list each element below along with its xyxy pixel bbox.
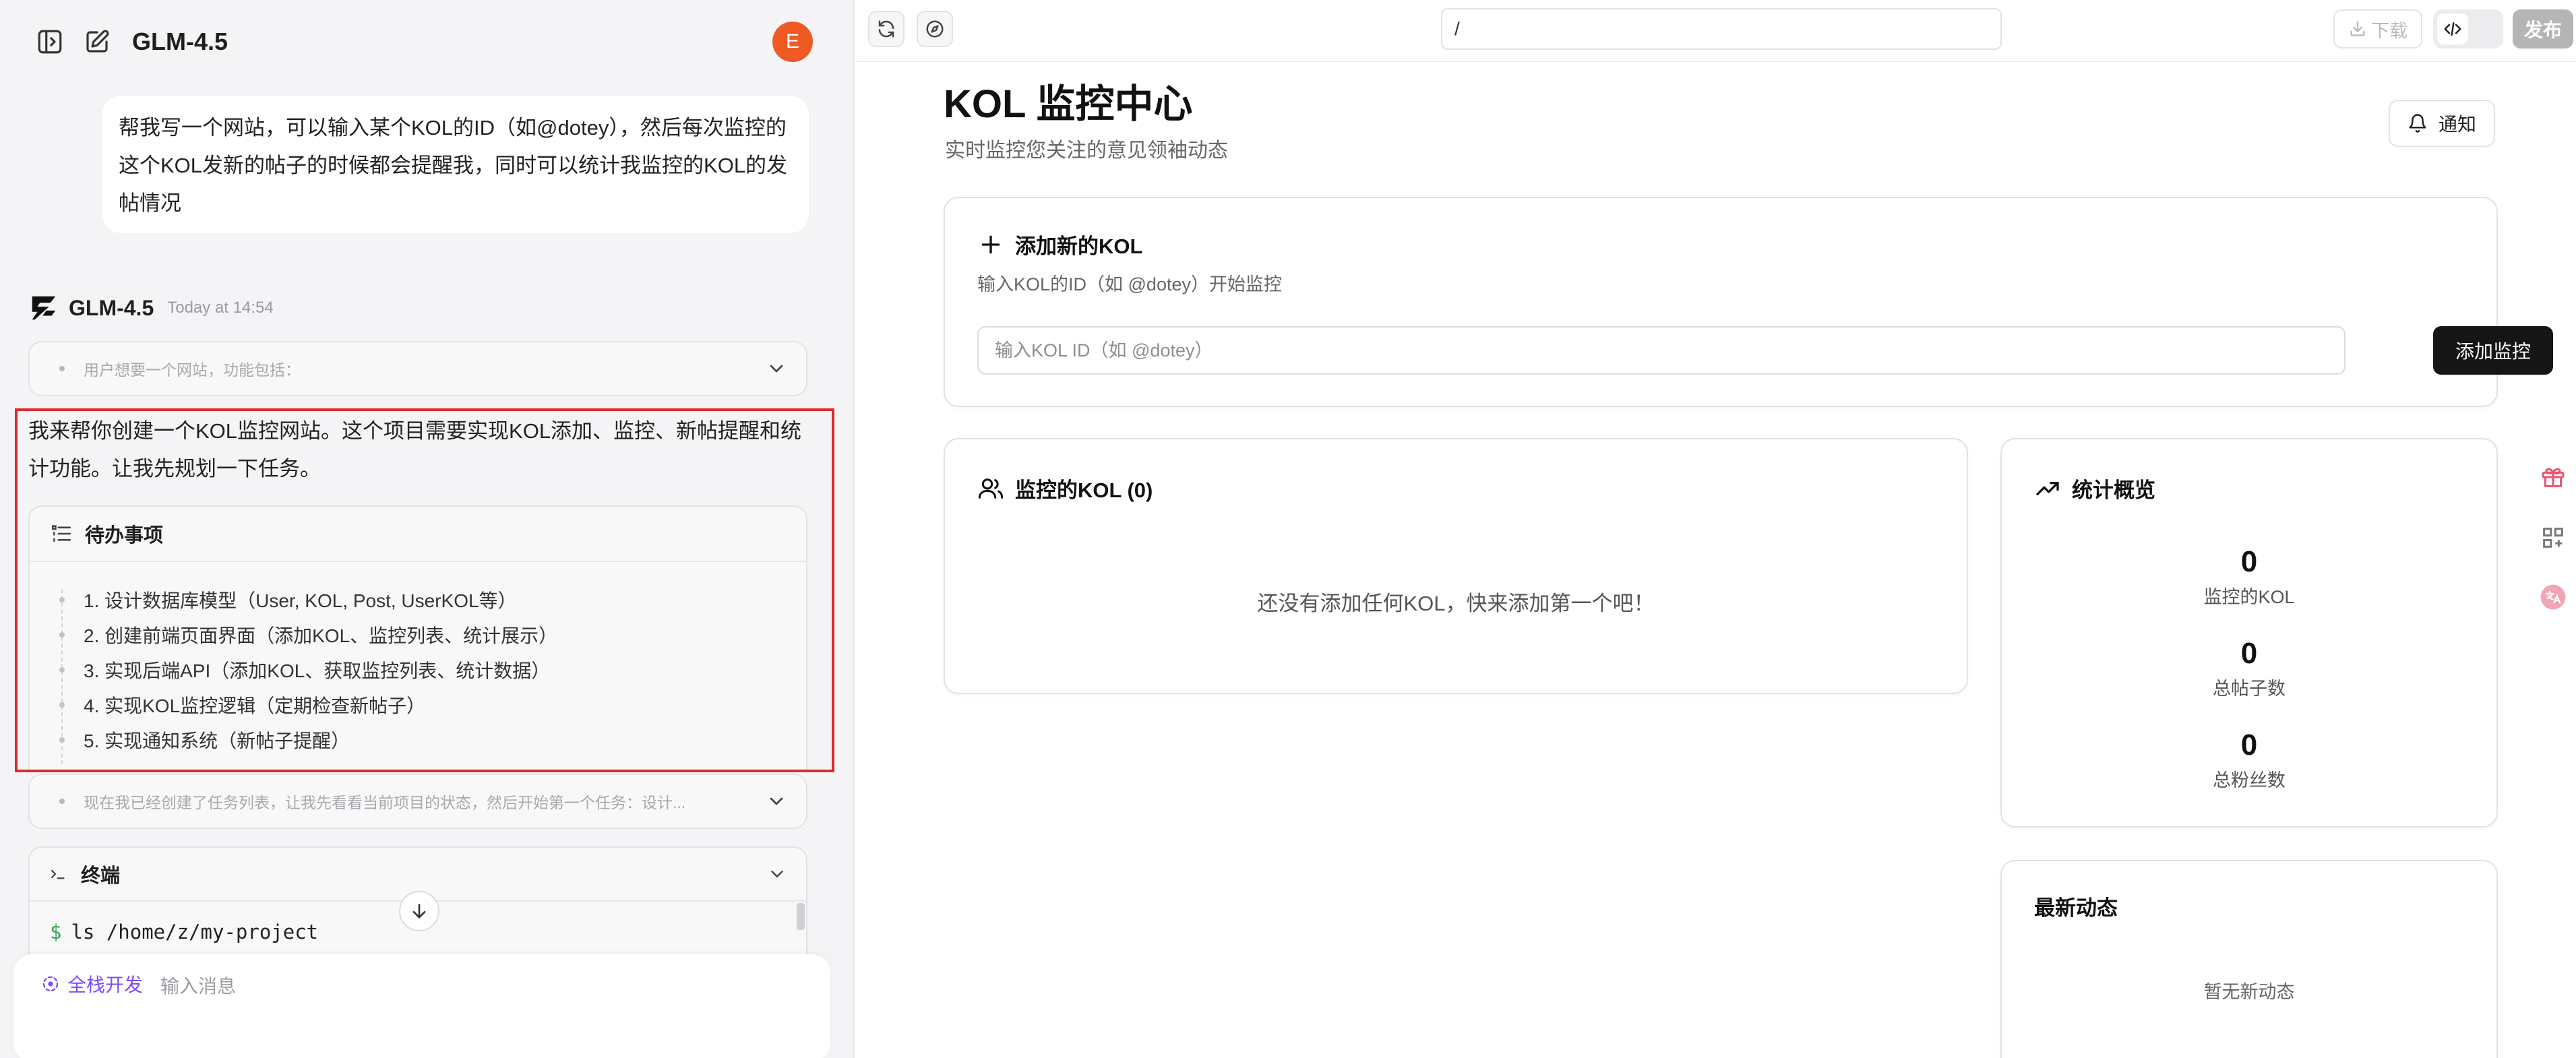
sparkle-icon	[42, 976, 59, 992]
stat-monitored-kol: 0 监控的KOL	[2002, 544, 2496, 609]
thinking-block-2[interactable]: 现在我已经创建了任务列表，让我先看看当前项目的状态，然后开始第一个任务：设计..…	[28, 774, 807, 829]
glm-logo-icon	[32, 296, 56, 320]
bullet-dot	[59, 597, 65, 602]
stats-title-text: 统计概览	[2072, 478, 2155, 502]
sidebar-toggle-icon[interactable]	[34, 26, 66, 58]
page-subtitle: 实时监控您关注的意见领袖动态	[945, 139, 1228, 162]
notification-button[interactable]: 通知	[2389, 100, 2495, 147]
stat-label: 总帖子数	[2213, 679, 2286, 699]
code-icon	[2444, 22, 2461, 36]
message-timestamp: Today at 14:54	[167, 299, 274, 317]
empty-activity-message: 暂无新动态	[2203, 982, 2295, 1002]
user-message: 帮我写一个网站，可以输入某个KOL的ID（如@dotey），然后每次监控的这个K…	[102, 96, 809, 233]
stat-value: 0	[2240, 545, 2258, 578]
add-kol-title-text: 添加新的KOL	[1015, 235, 1143, 258]
preview-toolbar: / 下载 发布	[856, 0, 2576, 62]
bullet-dot	[59, 737, 65, 743]
chevron-down-icon[interactable]	[767, 864, 787, 884]
code-view-toggle[interactable]	[2433, 9, 2503, 49]
stat-total-followers: 0 总粉丝数	[2002, 728, 2496, 792]
stats-title: 统计概览	[2034, 473, 2155, 503]
chevron-down-icon[interactable]	[766, 358, 787, 379]
panel-resize-handle[interactable]: ⋮	[848, 559, 853, 580]
add-kol-card: 添加新的KOL 输入KOL的ID（如 @dotey）开始监控 添加监控	[944, 197, 2553, 407]
refresh-button[interactable]	[868, 11, 904, 47]
terminal-prompt: $	[50, 921, 62, 943]
refresh-icon	[878, 20, 894, 38]
user-avatar[interactable]: E	[772, 22, 813, 62]
compass-button[interactable]	[917, 11, 953, 47]
assistant-header: GLM-4.5 Today at 14:54	[28, 291, 274, 325]
bullet-dot	[59, 702, 65, 708]
download-label: 下载	[2371, 20, 2408, 41]
users-icon	[978, 478, 1004, 499]
page-title: KOL 监控中心	[944, 82, 1193, 126]
monitored-kol-card: 监控的KOL (0) 还没有添加任何KOL，快来添加第一个吧！	[944, 438, 1968, 694]
activity-title: 最新动态	[2034, 896, 2118, 920]
bullet-dot	[59, 366, 65, 371]
url-bar[interactable]: /	[1441, 8, 2002, 50]
bullet-dot	[59, 667, 65, 673]
thinking-preview: 用户想要一个网站，功能包括：	[84, 361, 301, 379]
terminal-title: 终端	[81, 865, 121, 887]
notification-label: 通知	[2438, 114, 2476, 135]
thinking-block-1[interactable]: 用户想要一个网站，功能包括：	[28, 341, 807, 396]
translate-icon[interactable]	[2534, 578, 2572, 616]
toggle-knob	[2437, 13, 2468, 44]
empty-kol-message: 还没有添加任何KOL，快来添加第一个吧！	[1257, 592, 1655, 615]
plus-icon	[981, 235, 1000, 253]
message-composer[interactable]: 全栈开发 输入消息	[13, 954, 830, 1058]
add-kol-hint: 输入KOL的ID（如 @dotey）开始监控	[977, 274, 1282, 294]
stat-value: 0	[2240, 637, 2258, 670]
bullet-dot	[59, 632, 65, 637]
model-name[interactable]: GLM-4.5	[132, 26, 228, 58]
arrow-down-icon	[412, 904, 426, 919]
terminal-icon	[51, 869, 65, 879]
highlight-box	[15, 408, 834, 772]
fullstack-mode-toggle[interactable]: 全栈开发	[40, 970, 143, 997]
stat-label: 监控的KOL	[2203, 587, 2295, 607]
chevron-down-icon[interactable]	[766, 790, 787, 812]
stats-overview-card: 统计概览 0 监控的KOL 0 总帖子数 0 总粉丝数	[2000, 438, 2498, 828]
assistant-name: GLM-4.5	[69, 295, 154, 320]
add-monitor-button[interactable]: 添加监控	[2433, 326, 2553, 375]
compass-icon	[926, 20, 944, 38]
download-icon	[2350, 21, 2365, 36]
terminal-command: ls /home/z/my-project	[71, 921, 319, 943]
stat-total-posts: 0 总帖子数	[2002, 636, 2496, 700]
stat-value: 0	[2240, 728, 2258, 761]
apps-icon[interactable]	[2534, 519, 2572, 557]
stat-label: 总粉丝数	[2213, 770, 2286, 790]
bell-icon	[2409, 114, 2426, 133]
monitored-kol-title: 监控的KOL (0)	[977, 473, 1153, 503]
preview-panel: / 下载 发布 KOL 监控中心 实时监控您关注的意见领袖动态 通知 添加新的K…	[856, 0, 2576, 1058]
publish-button[interactable]: 发布	[2513, 9, 2573, 49]
gift-icon[interactable]	[2534, 458, 2572, 496]
new-chat-icon[interactable]	[81, 26, 113, 58]
kol-id-input[interactable]	[977, 326, 2345, 375]
download-button[interactable]: 下载	[2333, 9, 2422, 49]
trending-up-icon	[2036, 481, 2059, 495]
message-input[interactable]: 输入消息	[160, 972, 236, 999]
chat-panel: GLM-4.5 E 帮我写一个网站，可以输入某个KOL的ID（如@dotey），…	[0, 0, 855, 1058]
bullet-dot	[59, 799, 65, 804]
chat-topbar: GLM-4.5 E	[0, 0, 853, 84]
mode-label: 全栈开发	[67, 974, 144, 995]
scroll-to-bottom-button[interactable]	[399, 891, 439, 931]
latest-activity-card: 最新动态 暂无新动态	[2000, 860, 2498, 1058]
terminal-scrollbar[interactable]	[797, 903, 805, 930]
thinking-preview: 现在我已经创建了任务列表，让我先看看当前项目的状态，然后开始第一个任务：设计..…	[84, 794, 686, 811]
add-kol-title: 添加新的KOL	[977, 229, 1142, 259]
monitored-kol-title-text: 监控的KOL (0)	[1015, 478, 1153, 502]
